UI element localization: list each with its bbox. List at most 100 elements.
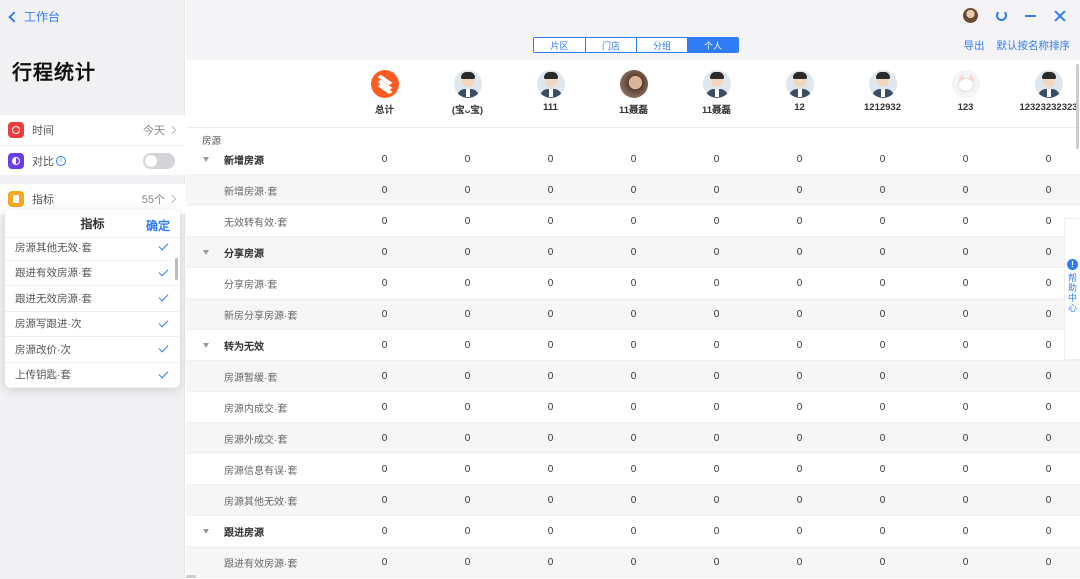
popover-item[interactable]: 跟进无效房源·套 — [5, 286, 180, 312]
table-cell: 0 — [630, 433, 637, 444]
popover-item-label: 房源写跟进·次 — [15, 318, 82, 331]
table-cell: 0 — [547, 433, 554, 444]
table-cell: 0 — [796, 216, 803, 227]
window-controls — [963, 8, 1066, 23]
table-cell: 0 — [1045, 433, 1052, 444]
stats-table: 新增房源 0 0 0 0 0 0 0 0 0 新增房源·套 0 0 0 0 0 0 0 0 0 无效转有效·套 0 0 0 0 0… — [186, 144, 1080, 578]
table-row: 房源信息有误·套 0 0 0 0 0 0 0 0 0 — [186, 454, 1080, 485]
caret-down-icon[interactable] — [203, 529, 209, 534]
popover-item[interactable]: 上传钥匙·套 — [5, 363, 180, 388]
table-row: 跟进有效房源·套 0 0 0 0 0 0 0 0 0 — [186, 547, 1080, 578]
table-cell: 0 — [464, 278, 471, 289]
column-person[interactable]: 12323232323 — [1007, 70, 1080, 113]
user-avatar[interactable] — [963, 8, 978, 23]
confirm-button[interactable]: 确定 — [146, 217, 170, 234]
check-icon — [158, 342, 169, 353]
caret-down-icon[interactable] — [203, 343, 209, 348]
export-button[interactable]: 导出 — [964, 38, 985, 53]
table-cell: 0 — [464, 185, 471, 196]
table-cell: 0 — [630, 495, 637, 506]
table-cell: 0 — [962, 247, 969, 258]
close-icon[interactable] — [1054, 10, 1066, 22]
tab-area[interactable]: 片区 — [534, 38, 585, 52]
horizontal-scrollbar[interactable] — [186, 575, 196, 578]
column-person[interactable]: 1212932 — [841, 70, 924, 113]
check-icon — [158, 368, 169, 379]
table-row: 房源其他无效·套 0 0 0 0 0 0 0 0 0 — [186, 485, 1080, 516]
table-cell: 0 — [879, 278, 886, 289]
table-cell: 0 — [381, 185, 388, 196]
table-cell: 0 — [1045, 464, 1052, 475]
popover-item[interactable]: 房源写跟进·次 — [5, 312, 180, 337]
column-header: 总计 (宝ᴗ宝) 111 11聂磊 11聂磊 12 1212932 123 12… — [186, 60, 1080, 128]
compare-row: 对比 i — [0, 145, 185, 175]
caret-down-icon[interactable] — [203, 250, 209, 255]
table-cell: 0 — [547, 185, 554, 196]
metric-popover: 指标 确定 房源其他无效·套 跟进有效房源·套 跟进无效房源·套 房源写跟进·次… — [5, 210, 180, 388]
refresh-icon[interactable] — [996, 10, 1007, 21]
table-group-row[interactable]: 转为无效 0 0 0 0 0 0 0 0 0 — [186, 330, 1080, 361]
column-total[interactable]: 总计 — [343, 70, 426, 116]
popover-list: 房源其他无效·套 跟进有效房源·套 跟进无效房源·套 房源写跟进·次 房源改价·… — [5, 235, 180, 388]
table-cell: 0 — [630, 340, 637, 351]
help-icon: ! — [1067, 259, 1078, 270]
table-group-row[interactable]: 分享房源 0 0 0 0 0 0 0 0 0 — [186, 237, 1080, 268]
column-name: 123 — [957, 102, 974, 113]
info-icon[interactable]: i — [56, 155, 66, 166]
popover-item[interactable]: 跟进有效房源·套 — [5, 261, 180, 286]
column-person[interactable]: 111 — [509, 70, 592, 113]
table-row: 新房分享房源·套 0 0 0 0 0 0 0 0 0 — [186, 299, 1080, 330]
popover-item[interactable]: 房源其他无效·套 — [5, 235, 180, 261]
table-cell: 0 — [464, 216, 471, 227]
table-cell: 0 — [962, 402, 969, 413]
row-label: 新增房源·套 — [224, 187, 278, 198]
table-cell: 0 — [381, 371, 388, 382]
column-person[interactable]: (宝ᴗ宝) — [426, 70, 509, 116]
column-person[interactable]: 12 — [758, 70, 841, 113]
column-person[interactable]: 11聂磊 — [592, 70, 675, 116]
sort-button[interactable]: 默认按名称排序 — [997, 38, 1071, 53]
table-group-row[interactable]: 跟进房源 0 0 0 0 0 0 0 0 0 — [186, 516, 1080, 547]
column-name: 11聂磊 — [701, 105, 732, 116]
table-group-row[interactable]: 新增房源 0 0 0 0 0 0 0 0 0 — [186, 144, 1080, 175]
table-cell: 0 — [962, 495, 969, 506]
table-cell: 0 — [547, 278, 554, 289]
table-cell: 0 — [879, 309, 886, 320]
table-cell: 0 — [547, 464, 554, 475]
table-cell: 0 — [713, 402, 720, 413]
popover-item-label: 房源改价·次 — [15, 343, 71, 356]
table-cell: 0 — [962, 526, 969, 537]
table-cell: 0 — [879, 154, 886, 165]
check-icon — [158, 317, 169, 328]
minimize-icon[interactable] — [1025, 14, 1036, 17]
compare-icon — [8, 152, 24, 169]
table-cell: 0 — [713, 185, 720, 196]
popover-item[interactable]: 房源改价·次 — [5, 337, 180, 363]
table-cell: 0 — [1045, 371, 1052, 382]
actions: 导出 默认按名称排序 — [964, 38, 1071, 53]
vertical-scrollbar[interactable] — [1076, 64, 1079, 149]
table-cell: 0 — [962, 278, 969, 289]
tab-store[interactable]: 门店 — [585, 38, 636, 52]
table-cell: 0 — [630, 402, 637, 413]
table-cell: 0 — [547, 526, 554, 537]
table-cell: 0 — [713, 247, 720, 258]
time-row[interactable]: 时间 今天 — [0, 115, 185, 145]
table-cell: 0 — [962, 464, 969, 475]
help-center-tab[interactable]: ! 帮助中心 — [1064, 218, 1080, 360]
column-person[interactable]: 123 — [924, 70, 1007, 113]
table-cell: 0 — [630, 185, 637, 196]
table-cell: 0 — [381, 340, 388, 351]
table-cell: 0 — [879, 371, 886, 382]
tab-person[interactable]: 个人 — [687, 38, 738, 52]
metric-value: 55个 — [142, 191, 177, 207]
table-cell: 0 — [713, 154, 720, 165]
popover-scrollbar[interactable] — [175, 258, 178, 280]
compare-toggle[interactable] — [143, 152, 175, 169]
column-person[interactable]: 11聂磊 — [675, 70, 758, 116]
table-cell: 0 — [879, 185, 886, 196]
back-button[interactable]: 工作台 — [8, 8, 60, 25]
caret-down-icon[interactable] — [203, 157, 209, 162]
table-cell: 0 — [464, 557, 471, 568]
tab-group[interactable]: 分组 — [636, 38, 687, 52]
